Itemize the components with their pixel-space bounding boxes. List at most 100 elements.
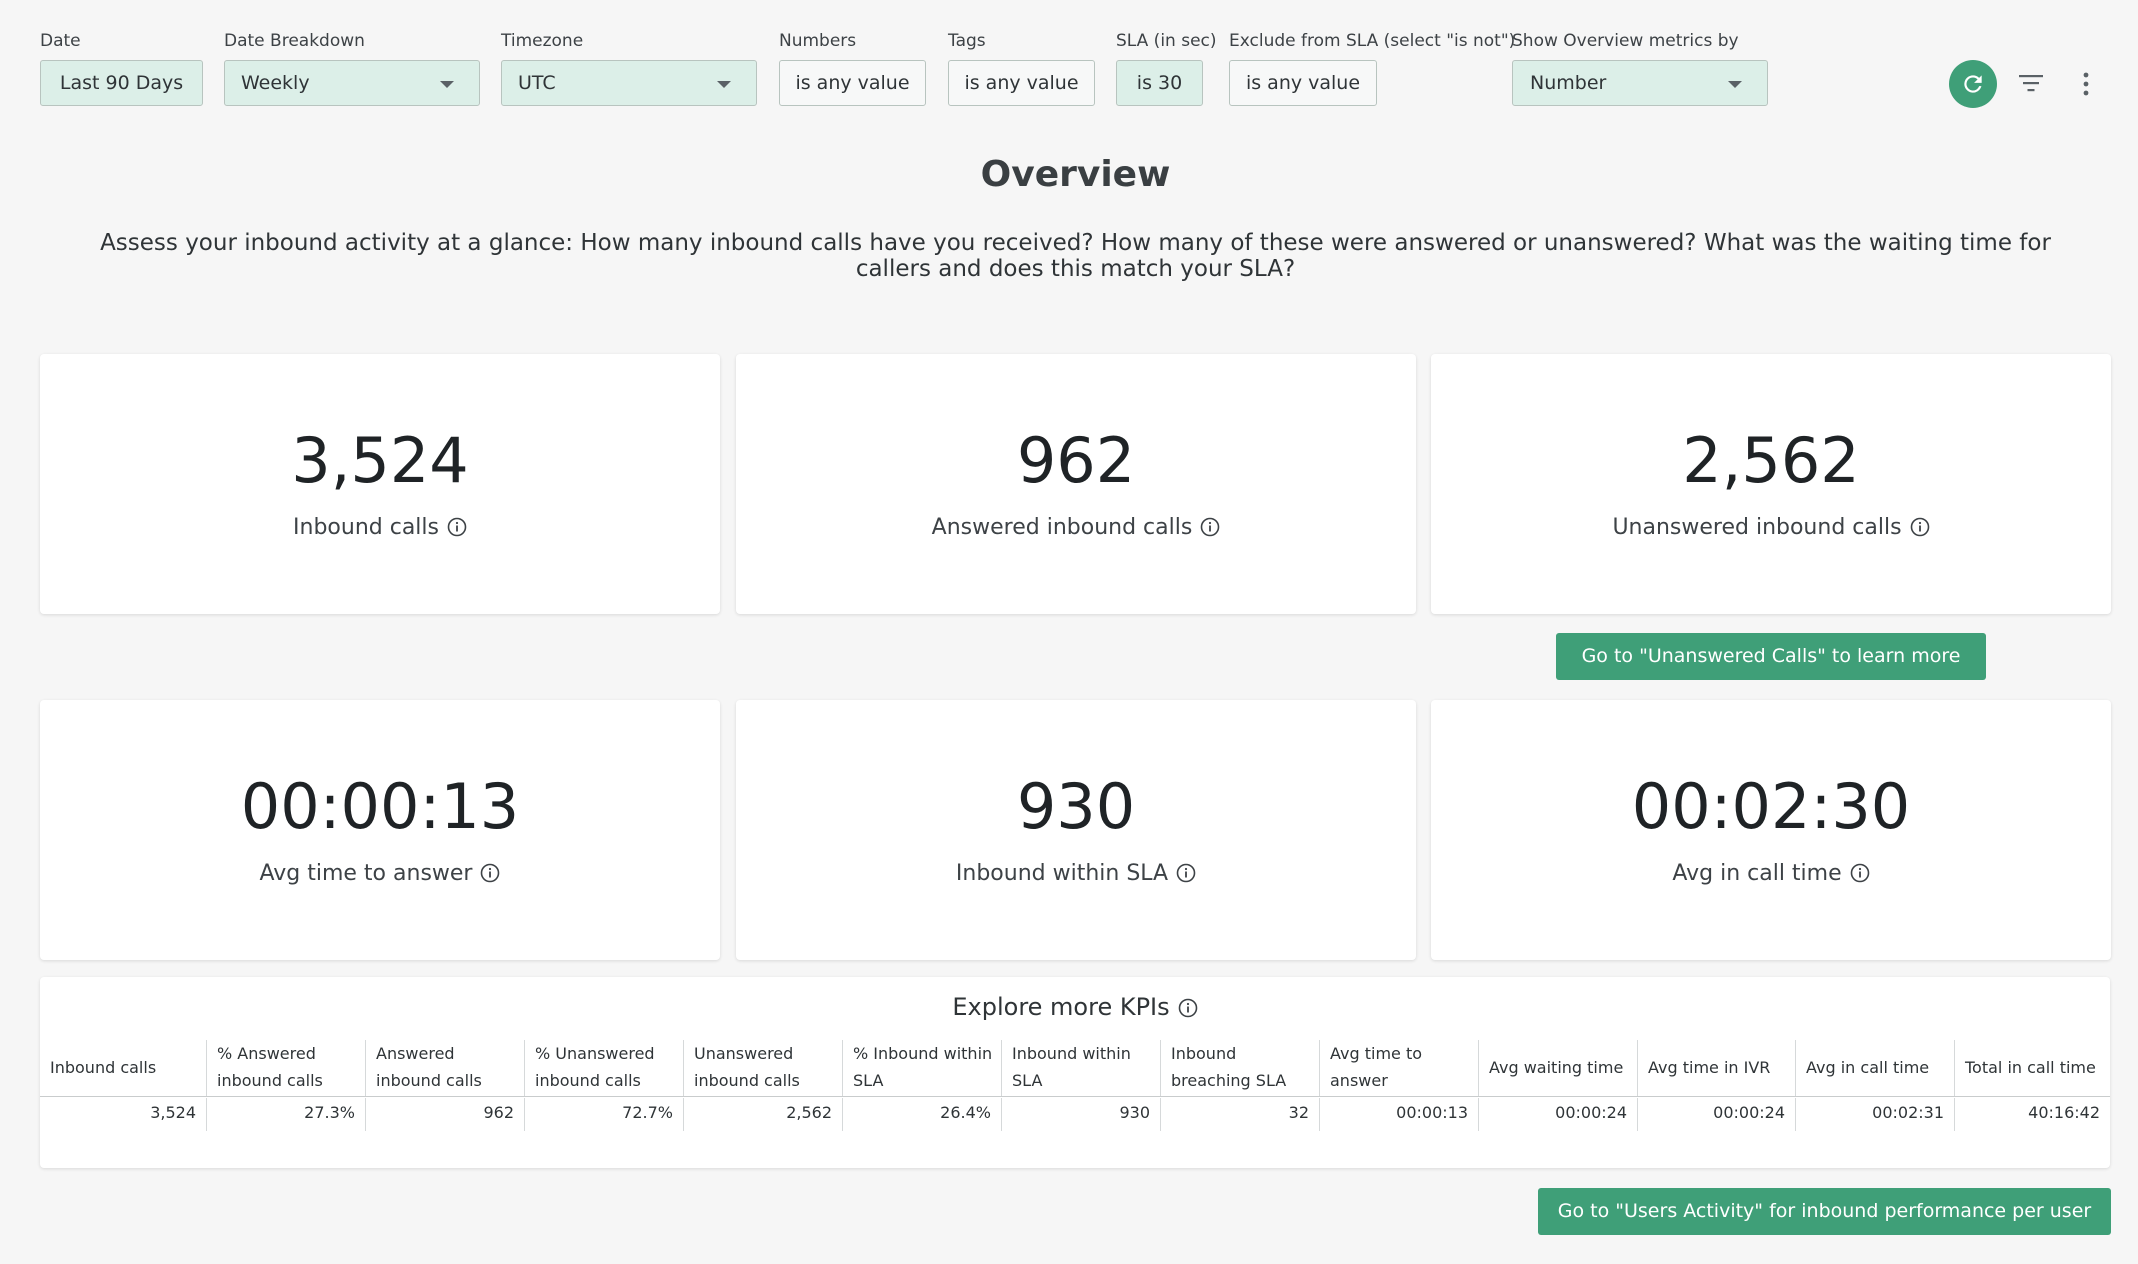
kpi-column-header[interactable]: Total in call time — [1954, 1040, 2110, 1096]
metric-value: 930 — [1016, 770, 1136, 843]
kpi-title: Explore more KPIs — [952, 993, 1170, 1021]
metric-label: Unanswered inbound calls — [1612, 515, 1902, 540]
filter-numbers: Numbers is any value — [779, 30, 926, 106]
metric-value: 962 — [1016, 424, 1136, 497]
filter-label: Numbers — [779, 31, 857, 51]
metric-label-row: Inbound calls — [40, 514, 720, 542]
kpi-cell: 27.3% — [206, 1098, 365, 1131]
numbers-filter-button[interactable]: is any value — [779, 60, 926, 106]
metric-card-inbound-calls: 3,524 Inbound calls — [40, 354, 720, 614]
filter-label: Tags — [948, 31, 986, 51]
filter-overview-metrics: Show Overview metrics by Number — [1512, 30, 1768, 106]
overview-metrics-dropdown[interactable]: Number — [1512, 60, 1768, 106]
kpi-cell: 00:00:13 — [1319, 1098, 1478, 1131]
date-breakdown-dropdown[interactable]: Weekly — [224, 60, 480, 106]
filter-value: is any value — [795, 72, 910, 94]
filter-label: Exclude from SLA (select "is not") — [1229, 31, 1516, 51]
filter-timezone: Timezone UTC — [501, 30, 757, 106]
metric-label: Avg in call time — [1672, 861, 1842, 886]
metric-label: Inbound calls — [293, 515, 439, 540]
kpi-column-header[interactable]: Inbound breaching SLA — [1160, 1040, 1319, 1096]
kpi-column-header[interactable]: % Inbound within SLA — [842, 1040, 1001, 1096]
date-filter-button[interactable]: Last 90 Days — [40, 60, 203, 106]
metric-label: Answered inbound calls — [931, 515, 1193, 540]
filter-tags: Tags is any value — [948, 30, 1095, 106]
metric-value: 3,524 — [291, 424, 469, 497]
kpi-column-header[interactable]: Inbound within SLA — [1001, 1040, 1160, 1096]
kpi-column-header[interactable]: Avg waiting time — [1478, 1040, 1637, 1096]
filter-label: Timezone — [501, 31, 584, 51]
metric-card-avg-in-call-time: 00:02:30 Avg in call time — [1431, 700, 2111, 960]
info-icon[interactable] — [1200, 517, 1220, 537]
metric-label: Inbound within SLA — [955, 861, 1169, 886]
refresh-button[interactable] — [1949, 60, 1997, 108]
timezone-dropdown[interactable]: UTC — [501, 60, 757, 106]
chevron-down-icon — [440, 81, 454, 88]
tags-filter-button[interactable]: is any value — [948, 60, 1095, 106]
kpi-title-row: Explore more KPIs — [40, 993, 2110, 1021]
kpi-column-header[interactable]: Inbound calls — [40, 1040, 206, 1096]
kpi-cell: 00:00:24 — [1637, 1098, 1795, 1131]
filter-label: Date Breakdown — [224, 31, 365, 51]
kpi-table-panel: Explore more KPIs Inbound calls % Answer… — [40, 977, 2110, 1168]
page-title: Overview — [980, 154, 1171, 195]
info-icon[interactable] — [1850, 863, 1870, 883]
filter-date: Date Last 90 Days — [40, 30, 203, 106]
metric-label-row: Avg in call time — [1431, 860, 2111, 888]
filter-icon[interactable] — [2018, 73, 2044, 93]
unanswered-calls-button[interactable]: Go to "Unanswered Calls" to learn more — [1556, 633, 1986, 680]
info-icon[interactable] — [1910, 517, 1930, 537]
kpi-cell: 26.4% — [842, 1098, 1001, 1131]
metric-card-avg-time-to-answer: 00:00:13 Avg time to answer — [40, 700, 720, 960]
kpi-cell: 3,524 — [150, 1103, 196, 1122]
filter-date-breakdown: Date Breakdown Weekly — [224, 30, 480, 106]
kpi-cell: 2,562 — [683, 1098, 842, 1131]
filter-value: Last 90 Days — [59, 72, 184, 94]
kpi-column-header[interactable]: Answered inbound calls — [365, 1040, 524, 1096]
kpi-cell: 00:02:31 — [1795, 1098, 1954, 1131]
kpi-cell: 72.7% — [524, 1098, 683, 1131]
kpi-column-header[interactable]: % Answered inbound calls — [206, 1040, 365, 1096]
info-icon[interactable] — [447, 517, 467, 537]
filter-sla: SLA (in sec) is 30 — [1116, 30, 1217, 106]
kpi-cell: 32 — [1160, 1098, 1319, 1131]
kpi-cell: 40:16:42 — [1954, 1098, 2110, 1131]
kpi-column-header[interactable]: % Unanswered inbound calls — [524, 1040, 683, 1096]
metric-label: Avg time to answer — [259, 861, 473, 886]
filter-value: Weekly — [241, 72, 310, 94]
kpi-column-header[interactable]: Avg time to answer — [1319, 1040, 1478, 1096]
kpi-cell: 962 — [365, 1098, 524, 1131]
filter-value: is any value — [964, 72, 1079, 94]
chevron-down-icon — [1728, 81, 1742, 88]
metric-label-row: Unanswered inbound calls — [1431, 514, 2111, 542]
metric-label-row: Answered inbound calls — [736, 514, 1416, 542]
kpi-column-header[interactable]: Unanswered inbound calls — [683, 1040, 842, 1096]
overview-description: Assess your inbound activity at a glance… — [100, 230, 2051, 282]
kpi-cell: 930 — [1001, 1098, 1160, 1131]
filter-label: SLA (in sec) — [1116, 31, 1217, 51]
users-activity-button[interactable]: Go to "Users Activity" for inbound perfo… — [1538, 1188, 2111, 1235]
kpi-cell: 00:00:24 — [1478, 1098, 1637, 1131]
metric-card-inbound-within-sla: 930 Inbound within SLA — [736, 700, 1416, 960]
kpi-column-header[interactable]: Avg in call time — [1795, 1040, 1954, 1096]
sla-filter-button[interactable]: is 30 — [1116, 60, 1203, 106]
filter-label: Show Overview metrics by — [1512, 31, 1739, 51]
filter-value: is 30 — [1136, 72, 1183, 94]
kpi-table-header: Inbound calls % Answered inbound calls An… — [40, 1040, 2110, 1097]
metric-value: 00:00:13 — [240, 770, 520, 843]
metric-label-row: Avg time to answer — [40, 860, 720, 888]
metric-card-answered-calls: 962 Answered inbound calls — [736, 354, 1416, 614]
more-vert-icon[interactable] — [2076, 71, 2096, 97]
table-row: 3,524 27.3% 962 72.7% 2,562 26.4% 930 32… — [40, 1098, 2110, 1131]
refresh-icon — [1964, 75, 1982, 93]
kpi-column-header[interactable]: Avg time in IVR — [1637, 1040, 1795, 1096]
info-icon[interactable] — [1176, 863, 1196, 883]
metric-value: 2,562 — [1682, 424, 1860, 497]
filter-value: UTC — [518, 72, 556, 94]
metric-value: 00:02:30 — [1631, 770, 1911, 843]
exclude-sla-filter-button[interactable]: is any value — [1229, 60, 1377, 106]
info-icon[interactable] — [1178, 998, 1198, 1018]
info-icon[interactable] — [480, 863, 500, 883]
filter-label: Date — [40, 31, 81, 51]
filter-value: is any value — [1245, 72, 1361, 94]
